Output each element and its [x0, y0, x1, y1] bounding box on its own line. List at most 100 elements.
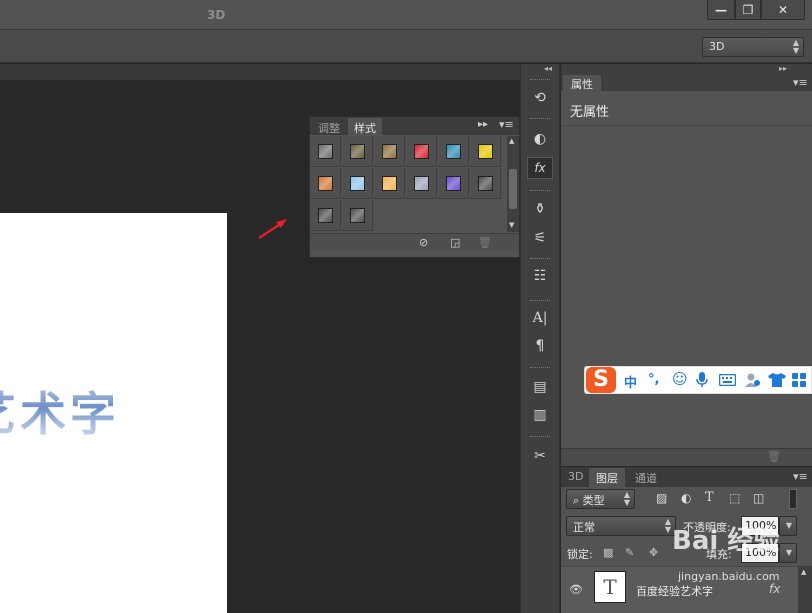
filter-pixel-icon[interactable]: ▨ — [656, 491, 667, 505]
layer-name[interactable]: 百度经验艺术字 — [636, 583, 713, 599]
tab-adjustments[interactable]: 调整 — [312, 118, 346, 135]
scroll-down-icon[interactable]: ▼ — [509, 221, 514, 229]
3d-workspace-select[interactable]: 3D ▲ ▼ — [702, 37, 804, 57]
no-properties-text: 无属性 — [570, 105, 610, 120]
ime-punctuation-icon[interactable]: °, — [648, 372, 659, 387]
chevron-updown-icon: ▲ ▼ — [623, 490, 630, 507]
history-icon[interactable]: ⟲ — [527, 87, 553, 109]
character-styles-icon[interactable]: ▤ — [527, 376, 553, 398]
style-swatch[interactable] — [406, 136, 437, 167]
filter-shape-icon[interactable]: ⬚ — [729, 491, 740, 505]
filter-adjustment-icon[interactable]: ◐ — [681, 491, 691, 505]
layers-scrollbar[interactable]: ▲ — [798, 566, 812, 613]
style-swatch[interactable] — [470, 168, 501, 199]
tab-3d[interactable]: 3D — [568, 470, 583, 483]
style-swatch[interactable] — [374, 168, 405, 199]
grip-divider — [530, 367, 550, 369]
fill-dropdown[interactable]: ▼ — [779, 543, 797, 563]
styles-swatch-grid — [310, 136, 506, 232]
ime-keyboard-icon[interactable] — [719, 374, 736, 386]
delete-style-icon[interactable]: 🗑 — [478, 236, 492, 249]
style-swatch[interactable] — [438, 136, 469, 167]
style-swatch[interactable] — [342, 168, 373, 199]
panel-collapse-icon[interactable]: ▸▸ — [478, 119, 488, 130]
collapse-panel-icon[interactable]: ▸▸ — [779, 64, 787, 73]
style-swatch[interactable] — [342, 136, 373, 167]
style-swatch[interactable] — [470, 136, 501, 167]
properties-footer: 🗑 — [561, 448, 812, 466]
paragraph-icon[interactable]: ¶ — [527, 335, 553, 357]
lock-transparent-icon[interactable]: ▩ — [603, 546, 613, 559]
style-swatch[interactable] — [342, 200, 373, 231]
collapse-arrows-icon[interactable]: ◂◂ — [544, 64, 552, 73]
brush-presets-icon[interactable]: ⚱ — [527, 198, 553, 220]
close-button[interactable]: ✕ — [761, 0, 805, 20]
filter-type-icon[interactable]: T — [705, 490, 714, 505]
style-swatch-preview — [317, 143, 333, 159]
3d-mode-label[interactable]: 3D — [207, 8, 225, 22]
panel-menu-icon[interactable]: ▾≡ — [793, 76, 808, 89]
minimize-button[interactable]: — — [707, 0, 735, 20]
style-swatch-preview — [477, 143, 493, 159]
ime-skin-icon[interactable] — [768, 373, 786, 387]
brush-settings-icon[interactable]: ⚟ — [527, 227, 553, 249]
blend-mode-select[interactable]: 正常 ▲ ▼ — [566, 516, 676, 536]
document-tab-strip — [0, 64, 520, 81]
style-swatch[interactable] — [406, 168, 437, 199]
restore-button[interactable]: ❐ — [735, 0, 761, 20]
grip-divider — [530, 79, 550, 81]
clone-source-icon[interactable]: ☷ — [527, 265, 553, 287]
chevron-down-icon: ▼ — [785, 548, 792, 557]
new-style-icon[interactable]: ◲ — [450, 236, 460, 249]
ime-toolbox-icon[interactable] — [792, 373, 806, 387]
lock-position-icon[interactable]: ✥ — [649, 546, 658, 559]
panel-menu-icon[interactable]: ▾≡ — [793, 470, 808, 483]
layer-fx-icon[interactable]: fx — [769, 582, 780, 596]
grip-divider — [530, 118, 550, 120]
style-swatch-preview — [349, 207, 365, 223]
title-bar — [0, 0, 812, 30]
style-swatch-preview — [477, 175, 493, 191]
filter-smart-object-icon[interactable]: ◫ — [753, 491, 764, 505]
style-swatch[interactable] — [310, 168, 341, 199]
eye-visibility-icon[interactable]: 👁 — [569, 583, 583, 596]
clear-style-icon[interactable]: ⊘ — [419, 236, 428, 249]
style-swatch[interactable] — [310, 200, 341, 231]
style-swatch-preview — [349, 175, 365, 191]
scroll-up-icon[interactable]: ▲ — [509, 137, 514, 145]
styles-panel-tabs: 调整 样式 ▸▸ ▾≡ — [310, 117, 519, 135]
ime-voice-icon[interactable] — [696, 372, 708, 388]
grip-divider — [530, 190, 550, 192]
layer-filter-select[interactable]: ⌕ 类型 ▲ ▼ — [566, 489, 635, 509]
trash-icon[interactable]: 🗑 — [767, 450, 781, 463]
character-icon[interactable]: A| — [527, 307, 553, 329]
styles-scroll-thumb[interactable] — [509, 169, 517, 209]
tab-properties[interactable]: 属性 — [563, 75, 601, 91]
tab-styles[interactable]: 样式 — [348, 118, 382, 135]
panel-menu-icon[interactable]: ▾≡ — [499, 118, 514, 131]
style-swatch-preview — [349, 143, 365, 159]
tab-layers[interactable]: 图层 — [589, 468, 625, 487]
filter-type-value: 类型 — [582, 494, 605, 507]
paragraph-styles-icon[interactable]: ▥ — [527, 404, 553, 426]
ime-emoji-icon[interactable]: ☺ — [672, 370, 688, 388]
opacity-dropdown[interactable]: ▼ — [779, 516, 797, 536]
ime-logo-icon[interactable]: S — [586, 367, 616, 393]
art-text-layer-preview: 艺术字 — [0, 378, 120, 444]
tool-presets-icon[interactable]: ✂ — [527, 445, 553, 467]
style-swatch[interactable] — [438, 168, 469, 199]
style-swatch[interactable] — [310, 136, 341, 167]
style-swatch[interactable] — [374, 136, 405, 167]
lock-pixels-icon[interactable]: ✎ — [625, 546, 634, 559]
style-swatch-preview — [413, 175, 429, 191]
ime-user-icon[interactable] — [745, 372, 761, 388]
adjustments-icon[interactable]: ◐ — [527, 128, 553, 150]
tab-channels[interactable]: 通道 — [635, 470, 657, 486]
filter-toggle[interactable] — [789, 489, 797, 509]
styles-fx-icon[interactable]: fx — [527, 157, 553, 179]
scroll-up-icon[interactable]: ▲ — [801, 568, 806, 576]
style-swatch-preview — [445, 143, 461, 159]
grip-divider — [530, 258, 550, 260]
ime-lang-toggle[interactable]: 中 — [624, 372, 637, 391]
chevron-down-icon: ▼ — [785, 521, 792, 530]
